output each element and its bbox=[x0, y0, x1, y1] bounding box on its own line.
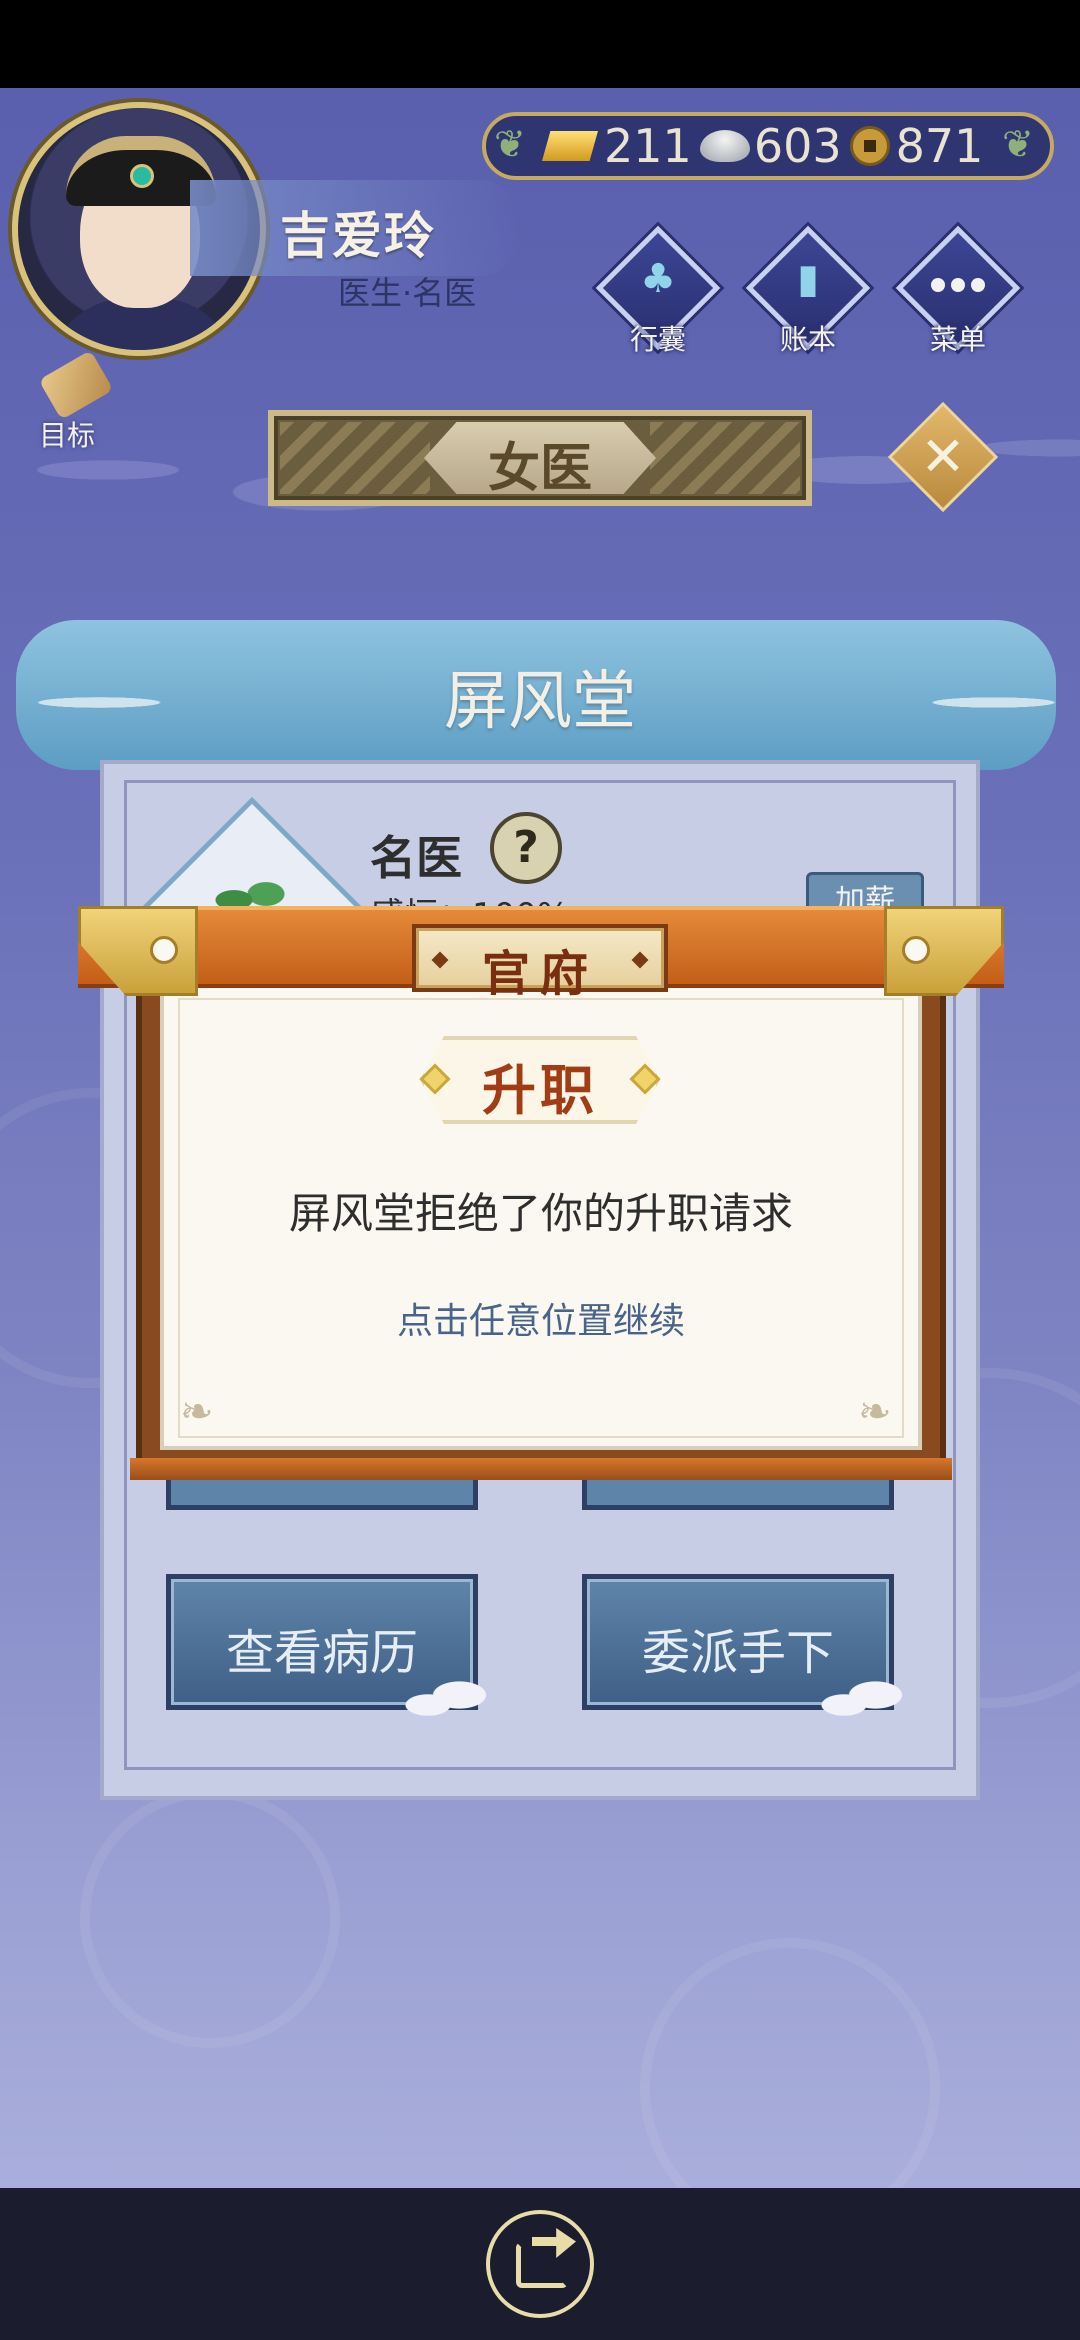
hall-title: 屏风堂 bbox=[444, 665, 636, 739]
delegate-button[interactable]: 委派手下 bbox=[582, 1574, 907, 1725]
silver-amount: 603 bbox=[753, 119, 842, 173]
cloud-decoration bbox=[401, 1675, 491, 1725]
gold-currency: 211 bbox=[542, 119, 692, 173]
tab-label: 女医 bbox=[487, 439, 592, 499]
modal-title: 升职 bbox=[482, 1059, 598, 1122]
copper-currency: 871 bbox=[849, 119, 984, 173]
bag-icon: ♣ bbox=[640, 256, 676, 302]
silver-ingot-icon bbox=[699, 130, 750, 162]
modal-header-plaque: 官府 bbox=[412, 924, 668, 1002]
tab-banner[interactable]: 女医 bbox=[268, 410, 812, 506]
modal-bottom-edge bbox=[130, 1458, 952, 1480]
help-button[interactable]: ? bbox=[490, 812, 562, 884]
chevron-right-decoration bbox=[650, 422, 800, 494]
swirl-decoration bbox=[640, 1938, 940, 2188]
currency-bar: ❦ 211 603 871 ❦ bbox=[482, 112, 1054, 180]
bag-label: 行囊 bbox=[629, 323, 686, 356]
continue-hint[interactable]: 点击任意位置继续 bbox=[160, 1292, 922, 1344]
rivet-icon bbox=[150, 936, 178, 964]
share-button[interactable] bbox=[486, 2210, 594, 2318]
player-title: 医生·名医 bbox=[338, 274, 477, 312]
cloud-decoration bbox=[817, 1675, 907, 1725]
close-icon: ✕ bbox=[920, 425, 966, 488]
ledger-label: 账本 bbox=[779, 323, 836, 356]
more-icon bbox=[898, 256, 1018, 302]
ledger-icon: ▮ bbox=[796, 256, 819, 302]
chevron-left-decoration bbox=[280, 422, 430, 494]
corner-ornament-icon: ❧ bbox=[858, 1389, 892, 1435]
corner-ornament-icon: ❧ bbox=[180, 1389, 214, 1435]
delegate-label: 委派手下 bbox=[641, 1625, 834, 1681]
view-records-button[interactable]: 查看病历 bbox=[166, 1574, 491, 1725]
view-records-label: 查看病历 bbox=[225, 1625, 418, 1681]
copper-amount: 871 bbox=[895, 119, 984, 173]
rivet-icon bbox=[902, 936, 930, 964]
swirl-decoration bbox=[80, 1788, 340, 2048]
gold-bar-icon bbox=[542, 131, 598, 161]
goal-label: 目标 bbox=[38, 419, 95, 452]
bamboo-icon: ❦ bbox=[494, 122, 526, 166]
gold-amount: 211 bbox=[604, 119, 692, 173]
player-name: 吉爱玲 bbox=[280, 207, 436, 265]
modal-message: 屏风堂拒绝了你的升职请求 bbox=[288, 1189, 793, 1238]
copper-coin-icon bbox=[849, 126, 890, 166]
menu-label: 菜单 bbox=[929, 323, 986, 356]
menu-button[interactable]: 菜单 bbox=[895, 225, 1021, 356]
ledger-button[interactable]: ▮ 账本 bbox=[745, 225, 871, 356]
modal-header-title: 官府 bbox=[481, 946, 598, 1002]
bamboo-icon: ❦ bbox=[1002, 122, 1034, 166]
bag-button[interactable]: ♣ 行囊 bbox=[595, 225, 721, 356]
goal-button[interactable]: 目标 bbox=[12, 350, 122, 452]
rank-label: 名医 bbox=[370, 831, 462, 885]
silver-currency: 603 bbox=[699, 119, 842, 173]
